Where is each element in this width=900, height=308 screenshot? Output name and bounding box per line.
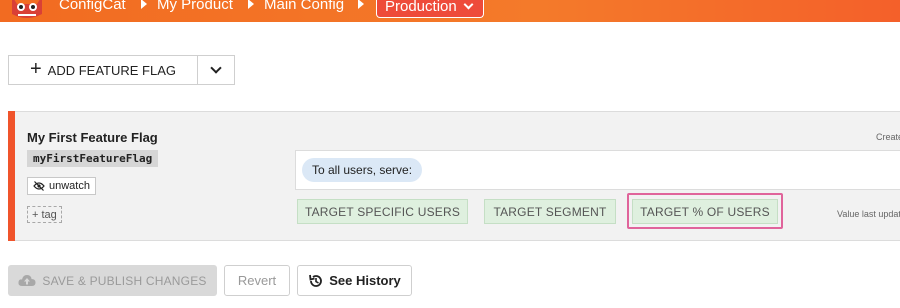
breadcrumb-config[interactable]: Main Config xyxy=(264,0,344,13)
flag-accent-bar xyxy=(8,111,15,241)
history-icon xyxy=(309,274,323,287)
target-segment-button[interactable]: TARGET SEGMENT xyxy=(484,199,616,224)
configcat-logo-icon[interactable] xyxy=(8,0,46,20)
eye-slash-icon xyxy=(33,181,45,191)
add-feature-flag-dropdown[interactable] xyxy=(197,55,235,85)
add-feature-flag-label: ADD FEATURE FLAG xyxy=(47,62,177,78)
plus-icon: + xyxy=(29,58,42,80)
breadcrumb-configcat[interactable]: ConfigCat xyxy=(59,0,126,13)
created-date-text: Create xyxy=(876,132,900,142)
save-publish-label: SAVE & PUBLISH CHANGES xyxy=(42,273,207,288)
unwatch-label: unwatch xyxy=(49,180,90,192)
flag-name: My First Feature Flag xyxy=(27,130,158,145)
breadcrumb-product[interactable]: My Product xyxy=(157,0,233,13)
highlight-outline xyxy=(627,193,783,229)
see-history-label: See History xyxy=(329,273,401,288)
add-feature-flag-button[interactable]: + ADD FEATURE FLAG xyxy=(8,55,198,85)
value-last-updated-text: Value last updat xyxy=(837,209,900,219)
target-specific-users-button[interactable]: TARGET SPECIFIC USERS xyxy=(297,199,468,224)
top-navigation-bar: ConfigCat My Product Main Config Product… xyxy=(0,0,900,22)
environment-label: Production xyxy=(385,0,457,15)
add-tag-button[interactable]: + tag xyxy=(27,206,62,223)
caret-right-icon xyxy=(248,0,254,9)
unwatch-button[interactable]: unwatch xyxy=(27,177,96,195)
chevron-down-icon xyxy=(463,0,474,10)
flag-key[interactable]: myFirstFeatureFlag xyxy=(27,150,159,167)
cloud-upload-icon xyxy=(18,275,36,286)
revert-button[interactable]: Revert xyxy=(224,265,290,296)
serve-label: To all users, serve: xyxy=(302,158,423,182)
see-history-button[interactable]: See History xyxy=(297,265,412,296)
caret-right-icon xyxy=(358,0,364,9)
environment-selector[interactable]: Production xyxy=(376,0,484,18)
save-publish-button[interactable]: SAVE & PUBLISH CHANGES xyxy=(8,265,217,296)
caret-right-icon xyxy=(141,0,147,9)
chevron-down-icon xyxy=(210,61,222,74)
